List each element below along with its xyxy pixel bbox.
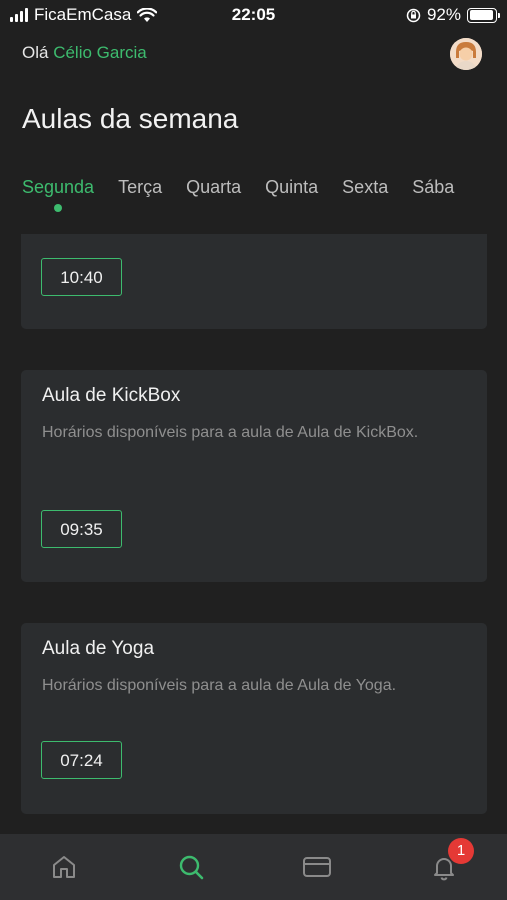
avatar-image: [450, 38, 482, 70]
nav-search[interactable]: [175, 851, 207, 883]
battery-percent: 92%: [426, 5, 461, 24]
tab-sabado[interactable]: Sába: [412, 177, 454, 198]
card-icon: [303, 857, 331, 877]
nav-home[interactable]: [48, 851, 80, 883]
home-icon: [53, 856, 75, 878]
nav-payments[interactable]: [301, 851, 333, 883]
avatar[interactable]: [450, 38, 482, 70]
class-title: Aula de Yoga: [42, 638, 155, 659]
tab-segunda[interactable]: Segunda: [22, 177, 94, 212]
class-card: Aula de KickBox Horários disponíveis par…: [21, 370, 487, 582]
tab-sexta[interactable]: Sexta: [342, 177, 388, 198]
battery-icon: [467, 7, 500, 23]
orientation-lock-icon: [406, 8, 421, 22]
class-description: Horários disponíveis para a aula de Aula…: [42, 424, 419, 441]
class-card: 10:40: [21, 234, 487, 329]
greeting: Olá Célio Garcia: [22, 43, 147, 63]
time-slot-button[interactable]: 07:24: [41, 741, 122, 779]
tab-quarta[interactable]: Quarta: [186, 177, 241, 198]
tab-terca[interactable]: Terça: [118, 177, 162, 198]
greeting-prefix: Olá: [22, 43, 49, 62]
class-card: Aula de Yoga Horários disponíveis para a…: [21, 623, 487, 814]
search-icon: [179, 855, 204, 880]
status-right: 92%: [406, 5, 500, 25]
tab-quinta[interactable]: Quinta: [265, 177, 318, 198]
user-name: Célio Garcia: [53, 43, 147, 62]
status-bar: FicaEmCasa 22:05 92%: [0, 0, 507, 30]
time-slot-button[interactable]: 09:35: [41, 510, 122, 548]
screen: FicaEmCasa 22:05 92% Olá Célio Garcia Au…: [0, 0, 507, 900]
page-title: Aulas da semana: [22, 103, 239, 134]
day-tabs: Segunda Terça Quarta Quinta Sexta Sába: [22, 177, 487, 217]
battery-level: [469, 10, 493, 20]
class-title: Aula de KickBox: [42, 385, 181, 406]
bottom-nav: [0, 834, 507, 900]
class-description: Horários disponíveis para a aula de Aula…: [42, 677, 397, 694]
notification-badge: 1: [448, 838, 474, 864]
time-slot-button[interactable]: 10:40: [41, 258, 122, 296]
